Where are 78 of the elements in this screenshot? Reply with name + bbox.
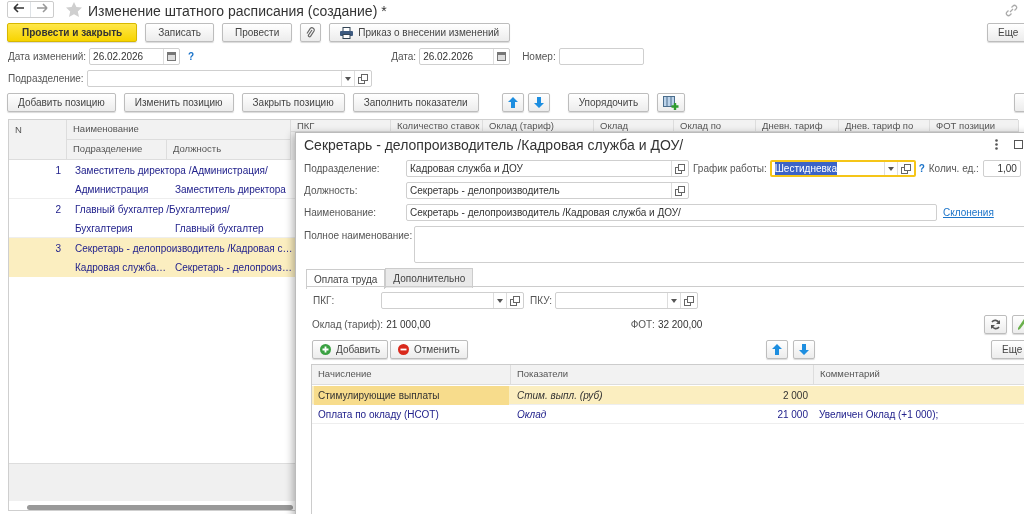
column-header: Количество ставок xyxy=(391,120,483,132)
help-link[interactable]: ? xyxy=(918,161,925,176)
field-label: Дата: xyxy=(391,50,417,64)
fot-value: 32 200,00 xyxy=(657,318,703,332)
column-header: Начисление xyxy=(312,365,511,385)
add-button[interactable]: Добавить xyxy=(312,340,389,359)
column-header: Днев. тариф по xyxy=(839,120,930,132)
tab[interactable]: Оплата труда xyxy=(306,269,386,289)
field-label: Подразделение: xyxy=(304,162,381,176)
fot-label: ФОТ: xyxy=(630,318,655,332)
department-field[interactable]: Кадровая служба и ДОУ xyxy=(406,160,689,177)
table-cell-text: Администрация xyxy=(74,182,150,197)
print-order-button[interactable]: Приказ о внесении изменений xyxy=(329,23,511,42)
table-cell-text: Стим. выпл. (руб) xyxy=(516,389,604,403)
table-cell-text: 3 xyxy=(54,241,62,256)
column-header: Должность xyxy=(167,140,291,160)
column-header: Комментарий xyxy=(814,365,1024,385)
toolbar-button[interactable]: Записать xyxy=(145,23,214,42)
table-cell-text: Главный бухгалтер /Бухгалтерия/ xyxy=(74,202,231,217)
window-title: Изменение штатного расписания (создание) * xyxy=(88,2,387,21)
field-label: Колич. ед.: xyxy=(928,162,979,176)
cancel-button[interactable]: Отменить xyxy=(390,340,468,359)
field-label: Наименование: xyxy=(304,206,378,220)
field-label: Дата изменений: xyxy=(8,50,87,64)
date-field[interactable]: 26.02.2026 xyxy=(419,48,511,65)
field-label: ПКУ: xyxy=(530,294,553,308)
column-header: ПКГ xyxy=(291,120,391,132)
field-label: Должность: xyxy=(304,184,359,198)
column-header: Наименование xyxy=(67,120,291,140)
schedule-field[interactable]: Шестидневка xyxy=(769,160,916,177)
field-label: Полное наименование: xyxy=(304,229,414,243)
table-cell-text: 2 000 xyxy=(781,389,809,403)
position-button[interactable]: Изменить позицию xyxy=(123,93,234,112)
post-and-close-button[interactable]: Провести и закрыть xyxy=(7,23,138,42)
date-field[interactable]: 26.02.2026 xyxy=(89,48,181,65)
position-field[interactable]: Секретарь - делопроизводитель xyxy=(406,182,689,199)
column-header: N xyxy=(9,120,67,160)
column-header: Дневн. тариф xyxy=(756,120,839,132)
position-button[interactable]: Заполнить показатели xyxy=(352,93,479,112)
table-cell-text: 21 000 xyxy=(776,408,809,422)
table-cell-text: Заместитель директора xyxy=(174,182,287,197)
column-header: Оклад (тариф) xyxy=(483,120,594,132)
sort-button[interactable]: Упорядочить xyxy=(567,93,650,112)
salary-value: 21 000,00 xyxy=(386,318,431,332)
column-header: Подразделение xyxy=(67,140,167,160)
table-cell-text: Заместитель директора /Администрация/ xyxy=(74,163,269,178)
table-cell: Стимулирующие выплаты xyxy=(314,386,509,405)
column-header: Оклад xyxy=(594,120,674,132)
field-label: Номер: xyxy=(522,50,556,64)
position-button[interactable]: Закрыть позицию xyxy=(241,93,345,112)
field-label: График работы: xyxy=(693,162,767,176)
tab[interactable]: Дополнительно xyxy=(385,268,474,288)
table-cell-text: Главный бухгалтер xyxy=(174,221,265,236)
table-cell-text: Увеличен Оклад (+1 000); xyxy=(818,408,940,422)
position-button[interactable]: Добавить позицию xyxy=(7,93,116,112)
dialog-title: Секретарь - делопроизводитель /Кадровая служба и ДОУ/ xyxy=(304,136,684,155)
table-cell-text: 2 xyxy=(54,202,62,217)
column-header: ФОТ позиции xyxy=(930,120,1019,132)
more-button[interactable]: Еще xyxy=(991,340,1024,359)
field-label: Подразделение: xyxy=(8,72,84,86)
name-field[interactable]: Секретарь - делопроизводитель /Кадровая служба и ДОУ/ xyxy=(406,204,937,221)
salary-label: Оклад (тариф): xyxy=(312,318,384,332)
more-button[interactable]: Еще xyxy=(987,23,1024,42)
units-field[interactable]: 1,00 xyxy=(982,160,1021,177)
table-cell-text: Секретарь - делопроизводитель /Кадровая с… xyxy=(74,241,294,256)
declensions-link[interactable]: Склонения xyxy=(943,205,994,220)
table-cell-text: 1 xyxy=(54,163,62,178)
column-header: Показатели xyxy=(511,365,814,385)
column-header: Оклад по xyxy=(674,120,756,132)
table-cell-text: Бухгалтерия xyxy=(74,221,134,236)
toolbar-button[interactable]: Провести xyxy=(222,23,293,42)
table-cell-text: Кадровая служба… xyxy=(74,260,167,275)
table-cell-text: Секретарь - делопроиз… xyxy=(174,260,293,275)
table-cell-text: Оплата по окладу (НСОТ) xyxy=(317,408,440,422)
help-link[interactable]: ? xyxy=(188,49,195,64)
table-row[interactable]: Стимулирующие выплаты Стим. выпл. (руб) 2 000 xyxy=(312,386,1024,405)
table-cell-text: Оклад xyxy=(516,408,548,422)
field-label: ПКГ: xyxy=(313,294,336,308)
